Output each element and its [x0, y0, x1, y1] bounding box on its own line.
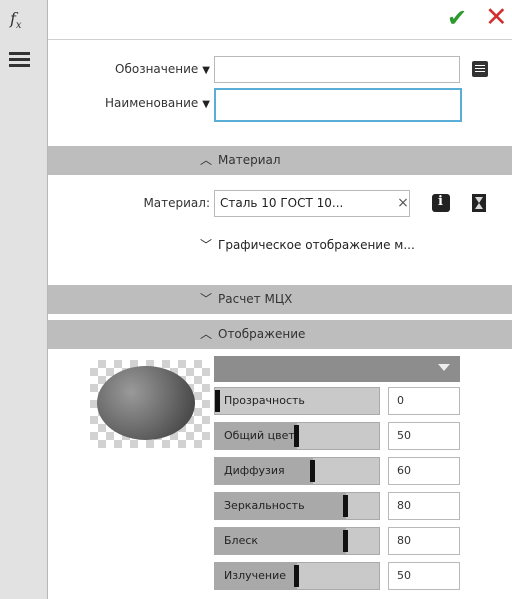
property-label: Общий цвет	[224, 429, 295, 442]
section-display[interactable]: ︿ Отображение	[48, 320, 512, 349]
material-preview	[90, 360, 210, 448]
material-input[interactable]: Сталь 10 ГОСТ 10...	[214, 190, 410, 217]
property-label: Прозрачность	[224, 394, 305, 407]
property-value-input[interactable]: 80	[388, 492, 460, 520]
designation-label[interactable]: Обозначение ▼	[60, 62, 210, 76]
property-slider[interactable]: Зеркальность	[214, 492, 380, 520]
designation-input[interactable]	[214, 56, 460, 83]
property-label: Диффузия	[224, 464, 285, 477]
property-slider[interactable]: Диффузия	[214, 457, 380, 485]
property-label: Зеркальность	[224, 499, 305, 512]
property-value-input[interactable]: 50	[388, 422, 460, 450]
chevron-up-icon: ︿	[200, 153, 213, 167]
property-slider[interactable]: Излучение	[214, 562, 380, 590]
property-label: Блеск	[224, 534, 259, 547]
library-icon[interactable]	[432, 194, 450, 212]
hourglass-icon[interactable]	[472, 194, 486, 212]
chevron-down-icon[interactable]: ▼	[202, 65, 210, 76]
property-slider[interactable]: Общий цвет	[214, 422, 380, 450]
close-icon[interactable]: ✕	[485, 4, 508, 31]
fx-icon[interactable]: fx	[10, 9, 22, 31]
chevron-down-icon	[438, 364, 450, 371]
slider-handle[interactable]	[343, 495, 348, 517]
section-material[interactable]: ︿ Материал	[48, 146, 512, 175]
section-mcx[interactable]: ﹀ Расчет МЦХ	[48, 285, 512, 314]
section-graphic-display[interactable]: ﹀ Графическое отображение м...	[200, 236, 415, 253]
chevron-down-icon[interactable]: ▼	[202, 99, 210, 110]
name-input[interactable]	[214, 88, 462, 122]
property-slider[interactable]: Блеск	[214, 527, 380, 555]
property-value-input[interactable]: 80	[388, 527, 460, 555]
sphere-preview	[97, 366, 195, 440]
name-label[interactable]: Наименование ▼	[50, 96, 210, 110]
slider-handle[interactable]	[343, 530, 348, 552]
chevron-up-icon: ︿	[200, 327, 213, 341]
property-value-input[interactable]: 50	[388, 562, 460, 590]
material-label: Материал:	[143, 196, 210, 210]
hamburger-icon[interactable]	[9, 52, 30, 68]
slider-handle[interactable]	[215, 390, 220, 412]
property-label: Излучение	[224, 569, 286, 582]
property-value-input[interactable]: 0	[388, 387, 460, 415]
property-value-input[interactable]: 60	[388, 457, 460, 485]
chevron-down-icon: ﹀	[200, 238, 213, 252]
slider-handle[interactable]	[294, 565, 299, 587]
clear-icon[interactable]: ×	[396, 190, 410, 217]
document-icon[interactable]	[472, 61, 488, 77]
slider-handle[interactable]	[294, 425, 299, 447]
top-bar	[48, 0, 512, 40]
slider-handle[interactable]	[310, 460, 315, 482]
color-dropdown[interactable]	[214, 356, 460, 382]
left-toolbar: fx	[0, 0, 48, 599]
chevron-down-icon: ﹀	[200, 292, 213, 306]
check-icon[interactable]: ✔	[447, 6, 467, 30]
property-slider[interactable]: Прозрачность	[214, 387, 380, 415]
